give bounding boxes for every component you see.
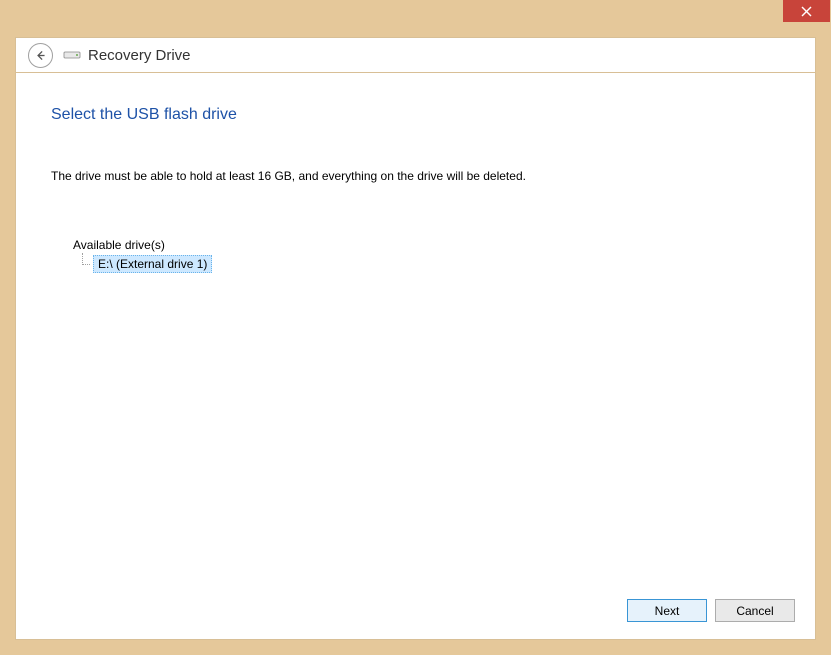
page-heading: Select the USB flash drive	[51, 106, 780, 124]
drive-list-item: E:\ (External drive 1)	[78, 255, 780, 273]
header-title: Recovery Drive	[88, 47, 191, 64]
header-strip: Recovery Drive	[15, 37, 816, 73]
close-icon	[801, 6, 812, 17]
cancel-button[interactable]: Cancel	[715, 599, 795, 622]
drive-icon	[63, 49, 81, 61]
next-button[interactable]: Next	[627, 599, 707, 622]
drive-item-e[interactable]: E:\ (External drive 1)	[93, 255, 212, 273]
available-drives-label: Available drive(s)	[73, 238, 780, 252]
arrow-left-icon	[34, 49, 47, 62]
tree-connector-icon	[78, 257, 90, 271]
titlebar	[0, 0, 831, 37]
content-panel: Select the USB flash drive The drive mus…	[15, 73, 816, 640]
description-text: The drive must be able to hold at least …	[51, 169, 780, 183]
back-button[interactable]	[28, 43, 53, 68]
close-button[interactable]	[783, 0, 830, 22]
button-bar: Next Cancel	[627, 599, 795, 622]
